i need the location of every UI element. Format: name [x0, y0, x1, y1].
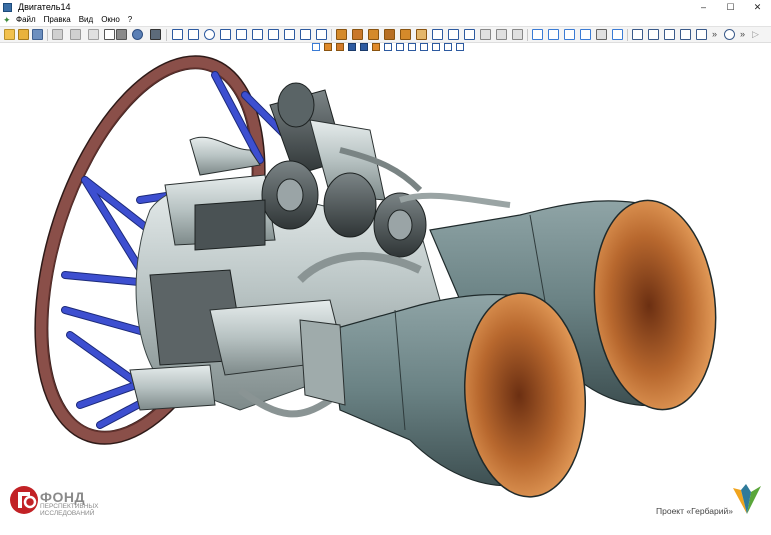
dimension-tool-icon[interactable]: [284, 29, 295, 40]
select-line-icon[interactable]: [396, 43, 404, 51]
revolve-icon[interactable]: [368, 29, 379, 40]
undo-icon[interactable]: [52, 29, 63, 40]
zoom-icon[interactable]: [724, 29, 735, 40]
circle-tool-icon[interactable]: [204, 29, 215, 40]
select-dimension-icon[interactable]: [456, 43, 464, 51]
text-tool-icon[interactable]: [268, 29, 279, 40]
grid-icon[interactable]: [596, 29, 607, 40]
minimize-button[interactable]: –: [690, 0, 717, 14]
maximize-button[interactable]: ☐: [717, 0, 744, 14]
pointer-icon[interactable]: [104, 29, 115, 40]
select-plane-icon[interactable]: [432, 43, 440, 51]
window-title: Двигатель14: [18, 2, 71, 12]
constraint-icon[interactable]: [532, 29, 543, 40]
coordinate-system-icon[interactable]: [448, 29, 459, 40]
fragment-tool-icon[interactable]: [316, 29, 327, 40]
engine-model: [34, 55, 717, 498]
rotate-icon[interactable]: [132, 29, 143, 40]
properties-icon[interactable]: [696, 29, 707, 40]
project-label: Проект «Гербарий»: [656, 506, 733, 516]
view-toolbar: [0, 43, 771, 53]
menu-file[interactable]: Файл: [12, 14, 40, 26]
select-sketch-icon[interactable]: [384, 43, 392, 51]
chevron-right-icon[interactable]: »: [712, 29, 723, 40]
window-layout-4-icon[interactable]: [680, 29, 691, 40]
select-axis-icon[interactable]: [420, 43, 428, 51]
point-icon[interactable]: [464, 29, 475, 40]
sweep-icon[interactable]: [400, 29, 411, 40]
window-layout-2-icon[interactable]: [648, 29, 659, 40]
app-icon: [3, 2, 12, 12]
fillet-icon[interactable]: [512, 29, 523, 40]
parameters-icon[interactable]: [564, 29, 575, 40]
spline-tool-icon[interactable]: [236, 29, 247, 40]
mirror-icon[interactable]: [480, 29, 491, 40]
redo-icon[interactable]: [70, 29, 81, 40]
title-bar: Двигатель14 – ☐ ✕: [0, 0, 771, 14]
measure-tool-icon[interactable]: [300, 29, 311, 40]
pin-icon[interactable]: ✦: [3, 14, 12, 26]
select-face-icon[interactable]: [336, 43, 344, 51]
overflow-icon[interactable]: »: [740, 29, 751, 40]
part-icon[interactable]: [336, 29, 347, 40]
variables-icon[interactable]: [548, 29, 559, 40]
menu-edit[interactable]: Правка: [40, 14, 75, 26]
library-icon[interactable]: [580, 29, 591, 40]
select-vertex-icon[interactable]: [360, 43, 368, 51]
window-layout-1-icon[interactable]: [632, 29, 643, 40]
rectangle-tool-icon[interactable]: [172, 29, 183, 40]
line-tool-icon[interactable]: [188, 29, 199, 40]
delete-icon[interactable]: [116, 29, 127, 40]
select-edge-icon[interactable]: [348, 43, 356, 51]
play-icon[interactable]: ▷: [752, 29, 763, 40]
array-icon[interactable]: [496, 29, 507, 40]
extrude-icon[interactable]: [352, 29, 363, 40]
plane-icon[interactable]: [416, 29, 427, 40]
close-button[interactable]: ✕: [744, 0, 771, 14]
axis-icon[interactable]: [432, 29, 443, 40]
menu-window[interactable]: Окно: [97, 14, 124, 26]
new-file-icon[interactable]: [4, 29, 15, 40]
3d-viewport[interactable]: [0, 53, 771, 532]
org-subtitle: ПЕРСПЕКТИВНЫХ ИССЛЕДОВАНИЙ: [40, 503, 99, 517]
menu-bar: ✦ Файл Правка Вид Окно ?: [0, 14, 771, 26]
arc-tool-icon[interactable]: [220, 29, 231, 40]
select-lcs-icon[interactable]: [444, 43, 452, 51]
filter-icon[interactable]: [312, 43, 320, 51]
window-layout-3-icon[interactable]: [664, 29, 675, 40]
table-tool-icon[interactable]: [252, 29, 263, 40]
copy-icon[interactable]: [88, 29, 99, 40]
gerbarium-logo-icon: [733, 484, 761, 514]
save-icon[interactable]: [32, 29, 43, 40]
open-folder-icon[interactable]: [18, 29, 29, 40]
menu-view[interactable]: Вид: [75, 14, 97, 26]
select-solid-icon[interactable]: [372, 43, 380, 51]
loft-icon[interactable]: [384, 29, 395, 40]
select-point-icon[interactable]: [408, 43, 416, 51]
layers-icon[interactable]: [612, 29, 623, 40]
select-body-icon[interactable]: [324, 43, 332, 51]
main-toolbar: » » ▷: [0, 26, 771, 43]
menu-help[interactable]: ?: [124, 14, 136, 26]
print-icon[interactable]: [150, 29, 161, 40]
